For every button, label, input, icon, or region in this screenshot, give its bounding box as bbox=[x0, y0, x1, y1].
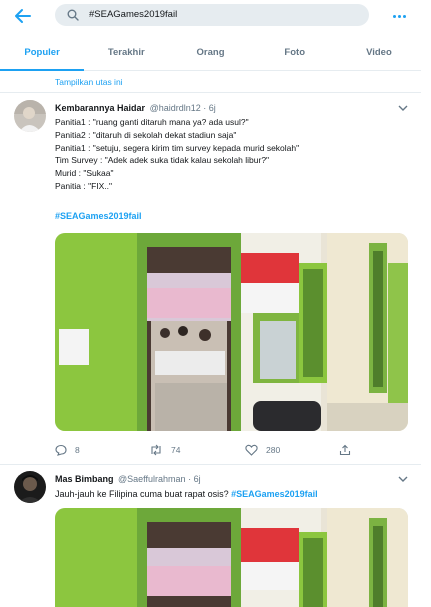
retweet-icon bbox=[151, 444, 161, 456]
separator-dot: · bbox=[203, 103, 207, 113]
avatar[interactable] bbox=[14, 100, 46, 132]
tweet-line: Panitia2 : "ditaruh di sekolah dekat sta… bbox=[55, 129, 237, 140]
tweet-header: Kembarannya Haidar @haidrdln12 · 6j bbox=[55, 103, 216, 113]
more-icon[interactable] bbox=[393, 10, 409, 18]
top-bar: #SEAGames2019fail bbox=[0, 0, 431, 32]
like-button[interactable]: 280 bbox=[245, 442, 280, 458]
share-icon bbox=[339, 444, 351, 456]
tweet-header: Mas Bimbang @Saeffulrahman · 6j bbox=[55, 474, 201, 484]
tweet-line: Panitia1 : "setuju, segera kirim tim sur… bbox=[55, 142, 300, 153]
back-arrow-icon[interactable] bbox=[14, 8, 32, 24]
search-query: #SEAGames2019fail bbox=[89, 9, 178, 20]
tab-video[interactable]: Video bbox=[337, 36, 421, 70]
reply-count: 8 bbox=[75, 445, 80, 455]
hashtag-link[interactable]: #SEAGames2019fail bbox=[55, 211, 142, 221]
hashtag-link[interactable]: #SEAGames2019fail bbox=[231, 489, 318, 499]
divider bbox=[0, 92, 421, 93]
retweet-count: 74 bbox=[171, 445, 181, 455]
tweet-line: Tim Survey : "Adek adek suka tidak kalau… bbox=[55, 155, 270, 166]
tab-terakhir[interactable]: Terakhir bbox=[84, 36, 168, 70]
tweet-photo[interactable] bbox=[55, 508, 408, 607]
chevron-down-icon[interactable] bbox=[398, 475, 408, 483]
tweet-body: Jauh-jauh ke Filipina cuma buat rapat os… bbox=[55, 489, 229, 499]
tweet-time[interactable]: 6j bbox=[209, 103, 216, 113]
author-name[interactable]: Mas Bimbang bbox=[55, 474, 114, 484]
tweet-time[interactable]: 6j bbox=[194, 474, 201, 484]
tab-populer[interactable]: Populer bbox=[0, 36, 85, 71]
tweet-actions: 8 74 280 bbox=[55, 442, 408, 458]
author-name[interactable]: Kembarannya Haidar bbox=[55, 103, 145, 113]
avatar[interactable] bbox=[14, 471, 46, 503]
retweet-button[interactable]: 74 bbox=[149, 442, 180, 458]
tab-orang[interactable]: Orang bbox=[168, 36, 252, 70]
share-button[interactable] bbox=[339, 442, 359, 458]
like-count: 280 bbox=[266, 445, 281, 455]
reply-icon bbox=[55, 444, 67, 456]
reply-button[interactable]: 8 bbox=[55, 442, 80, 458]
like-icon bbox=[245, 444, 258, 456]
tweet-line: Panitia : "FIX.." bbox=[55, 180, 113, 191]
divider bbox=[0, 464, 421, 465]
author-handle[interactable]: @Saeffulrahman bbox=[118, 474, 186, 484]
show-thread-link[interactable]: Tampilkan utas ini bbox=[55, 77, 123, 87]
tweet-text: Panitia1 : "ruang ganti ditaruh mana ya?… bbox=[55, 116, 299, 193]
tweet-line: Murid : "Sukaa" bbox=[55, 168, 114, 179]
tweet-photo[interactable] bbox=[55, 233, 408, 431]
tweet-line: Panitia1 : "ruang ganti ditaruh mana ya?… bbox=[55, 117, 249, 127]
author-handle[interactable]: @haidrdln12 bbox=[150, 103, 201, 113]
separator-dot: · bbox=[188, 474, 192, 484]
chevron-down-icon[interactable] bbox=[398, 104, 408, 112]
search-icon bbox=[67, 9, 79, 21]
tweet-text: Jauh-jauh ke Filipina cuma buat rapat os… bbox=[55, 488, 318, 501]
tab-foto[interactable]: Foto bbox=[253, 36, 337, 70]
search-input[interactable]: #SEAGames2019fail bbox=[55, 4, 369, 26]
search-tabs: Populer Terakhir Orang Foto Video bbox=[0, 36, 421, 71]
